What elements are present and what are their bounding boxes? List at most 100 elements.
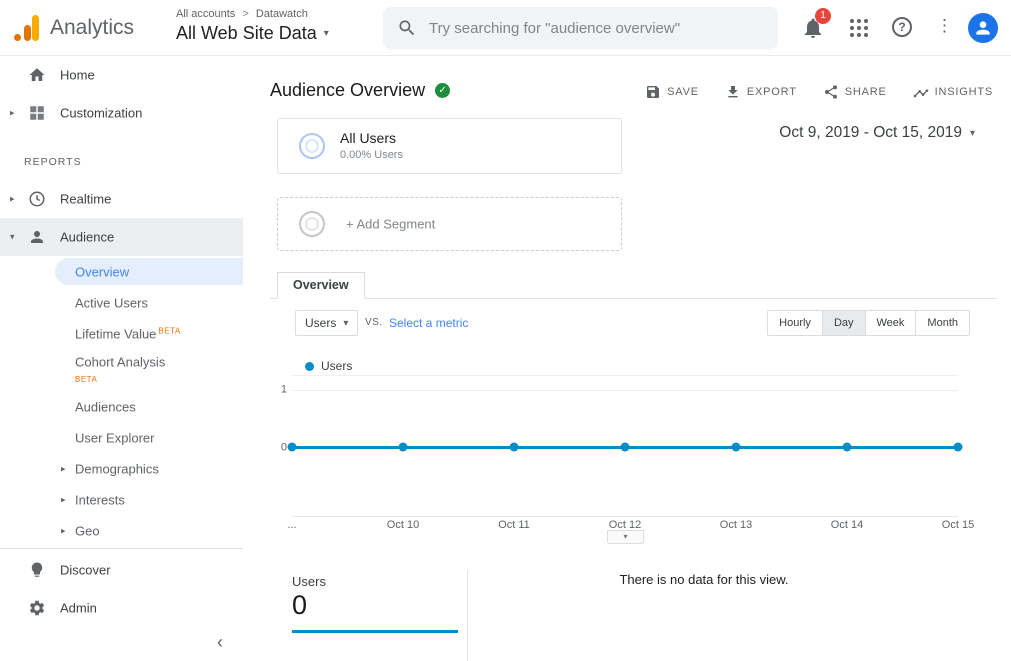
sidebar-item-audiences[interactable]: Audiences [0,391,243,422]
sidebar-item-label: Realtime [60,192,111,207]
share-icon [823,84,839,100]
insights-button[interactable]: INSIGHTS [913,84,993,100]
granularity-week[interactable]: Week [865,311,916,335]
global-search[interactable] [383,7,778,49]
add-segment-button[interactable]: + Add Segment [277,197,622,251]
beta-badge: BETA [75,375,97,384]
top-bar: Analytics All accounts > Datawatch All W… [0,0,1011,56]
sidebar-item-realtime[interactable]: ▸ Realtime [0,180,243,218]
sidebar-item-user-explorer[interactable]: User Explorer [0,422,243,453]
save-button[interactable]: SAVE [645,84,699,100]
sidebar-item-customization[interactable]: ▸ Customization [0,94,243,132]
series-dot[interactable] [732,443,741,452]
report-actions: SAVE EXPORT SHARE INSIGHTS [645,84,993,100]
sidebar-item-admin[interactable]: Admin [0,589,243,627]
sidebar-item-home[interactable]: Home [0,56,243,94]
summary-divider [467,570,468,661]
segment-lens-icon [299,133,325,159]
chart-plot[interactable] [292,375,958,517]
x-tick-label: ... [287,519,296,531]
brand-title[interactable]: Analytics [50,0,134,56]
segment-lens-icon [299,211,325,237]
series-dot[interactable] [843,443,852,452]
help-icon[interactable]: ? [892,17,912,37]
kebab-menu-icon[interactable]: ⋮ [936,16,950,36]
sidebar: Home ▸ Customization REPORTS ▸ Realtime … [0,56,243,661]
metric-dropdown[interactable]: Users ▾ [295,310,358,336]
segment-title: All Users [340,130,403,146]
sidebar-item-label: Discover [60,563,111,578]
sidebar-collapse-button[interactable]: ‹ [209,628,231,657]
x-tick-label: Oct 10 [387,519,419,531]
sidebar-item-demographics[interactable]: ▸ Demographics [0,453,243,484]
chart-legend: Users [305,359,352,373]
reports-section-label: REPORTS [0,132,243,180]
timeline-scrubber-handle[interactable]: ▾ [607,530,644,544]
person-icon [28,228,46,246]
collapse-arrow-icon[interactable]: ▾ [10,232,15,243]
y-tick-label: 0 [281,442,287,454]
tab-overview[interactable]: Overview [277,272,365,299]
vs-label: VS. [365,317,383,328]
main-content: Audience Overview ✓ SAVE EXPORT SHARE [243,56,1011,661]
series-dot[interactable] [510,443,519,452]
breadcrumb-account[interactable]: Datawatch [256,8,308,20]
search-input[interactable] [429,20,764,37]
sidebar-item-interests[interactable]: ▸ Interests [0,484,243,515]
expand-arrow-icon[interactable]: ▸ [61,525,66,536]
y-tick-label: 1 [281,384,287,396]
sidebar-item-label: Home [60,68,95,83]
expand-arrow-icon[interactable]: ▸ [61,463,66,474]
expand-arrow-icon[interactable]: ▸ [10,194,15,205]
select-metric-link[interactable]: Select a metric [389,316,468,330]
granularity-hourly[interactable]: Hourly [768,311,822,335]
verified-check-icon: ✓ [435,83,450,98]
property-selector[interactable]: All Web Site Data ▾ [176,23,329,44]
date-range-picker[interactable]: Oct 9, 2019 - Oct 15, 2019 ▾ [779,124,975,142]
granularity-month[interactable]: Month [915,311,969,335]
sidebar-item-overview[interactable]: Overview [0,256,243,287]
x-tick-label: Oct 13 [720,519,752,531]
summary-metric-label: Users [292,574,326,589]
person-icon [973,18,993,38]
apps-grid-icon[interactable] [847,16,871,40]
expand-arrow-icon[interactable]: ▸ [10,108,15,119]
sidebar-item-label: Geo [75,523,100,538]
expand-arrow-icon[interactable]: ▸ [61,494,66,505]
analytics-logo-icon[interactable] [14,15,41,41]
sidebar-item-active-users[interactable]: Active Users [0,287,243,318]
beta-badge: BETA [158,326,180,335]
gear-icon [28,599,46,617]
segment-all-users[interactable]: All Users 0.00% Users [277,118,622,174]
share-button[interactable]: SHARE [823,84,887,100]
sidebar-item-audience[interactable]: ▾ Audience [0,218,243,256]
x-tick-label: Oct 15 [942,519,974,531]
sidebar-item-label: Active Users [75,295,148,310]
sidebar-item-geo[interactable]: ▸ Geo [0,515,243,546]
sidebar-item-label: User Explorer [75,430,154,445]
date-range-text: Oct 9, 2019 - Oct 15, 2019 [779,124,962,142]
breadcrumb[interactable]: All accounts > Datawatch [176,8,329,20]
logo-bar-right [32,15,39,41]
series-dot[interactable] [399,443,408,452]
tab-divider [270,298,997,299]
granularity-day[interactable]: Day [822,311,865,335]
sidebar-item-discover[interactable]: Discover [0,551,243,589]
granularity-switcher: Hourly Day Week Month [767,310,970,336]
action-label: SHARE [845,86,887,98]
series-dot[interactable] [288,443,297,452]
user-avatar[interactable] [968,13,998,43]
export-button[interactable]: EXPORT [725,84,797,100]
breadcrumb-all-accounts[interactable]: All accounts [176,8,235,20]
logo-dot [14,34,21,41]
add-segment-label: + Add Segment [346,217,435,232]
gridline [292,390,958,391]
series-dot[interactable] [954,443,963,452]
sidebar-item-label: Demographics [75,461,159,476]
x-tick-label: Oct 11 [498,519,530,531]
customization-icon [28,104,46,122]
sidebar-item-lifetime-value[interactable]: Lifetime ValueBETA [0,318,243,349]
series-dot[interactable] [621,443,630,452]
chevron-down-icon: ▾ [324,28,329,39]
sidebar-item-cohort-analysis[interactable]: Cohort Analysis BETA [0,349,243,391]
